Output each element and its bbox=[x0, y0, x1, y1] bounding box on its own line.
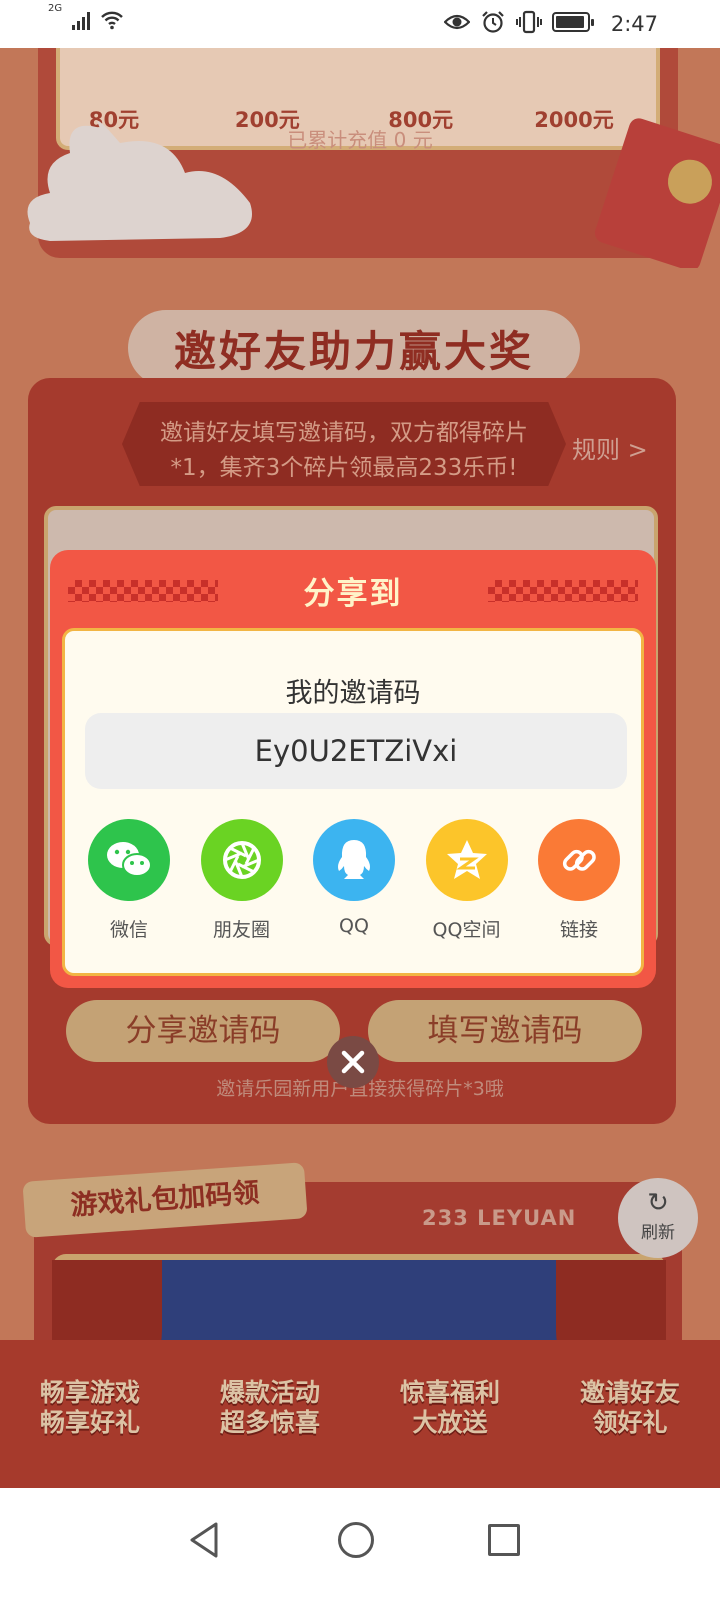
share-modal: 分享到 我的邀请码 Ey0U2ETZiVxi 微信 朋友圈 QQ QQ空间 链接 bbox=[50, 550, 656, 988]
share-qq[interactable]: QQ bbox=[304, 819, 404, 942]
signal-icon bbox=[72, 12, 91, 30]
wifi-icon bbox=[101, 11, 123, 30]
qzone-icon bbox=[425, 819, 508, 901]
share-moments[interactable]: 朋友圈 bbox=[192, 819, 292, 942]
recent-apps-icon[interactable] bbox=[488, 1524, 520, 1556]
link-icon bbox=[538, 819, 620, 901]
moments-icon bbox=[200, 819, 283, 901]
share-label: 朋友圈 bbox=[212, 919, 270, 941]
invite-code-field[interactable]: Ey0U2ETZiVxi bbox=[85, 713, 627, 789]
qq-icon bbox=[313, 819, 395, 901]
eye-icon bbox=[444, 14, 470, 30]
status-bar: 2G 2:47 bbox=[0, 0, 720, 48]
back-icon[interactable] bbox=[186, 1520, 222, 1560]
share-modal-body: 我的邀请码 Ey0U2ETZiVxi 微信 朋友圈 QQ QQ空间 链接 bbox=[62, 628, 644, 976]
close-icon bbox=[341, 1050, 365, 1074]
navigation-bar bbox=[0, 1488, 720, 1600]
share-label: 微信 bbox=[109, 919, 148, 941]
share-wechat[interactable]: 微信 bbox=[79, 819, 179, 942]
status-left: 2G bbox=[48, 4, 124, 30]
share-options: 微信 朋友圈 QQ QQ空间 链接 bbox=[79, 819, 629, 942]
close-modal-button[interactable] bbox=[327, 1036, 379, 1088]
invite-code-label: 我的邀请码 bbox=[285, 678, 421, 709]
status-time: 2:47 bbox=[610, 12, 658, 36]
share-qzone[interactable]: QQ空间 bbox=[417, 819, 517, 942]
share-modal-title: 分享到 bbox=[303, 576, 403, 612]
vibrate-icon bbox=[516, 10, 542, 34]
share-label: QQ空间 bbox=[432, 919, 501, 941]
network-type: 2G bbox=[48, 3, 63, 14]
status-right bbox=[444, 10, 594, 34]
battery-icon bbox=[552, 12, 594, 32]
wechat-icon bbox=[88, 819, 170, 901]
share-link[interactable]: 链接 bbox=[529, 819, 629, 942]
share-label: 链接 bbox=[559, 919, 598, 941]
share-label: QQ bbox=[339, 915, 369, 937]
alarm-icon bbox=[482, 11, 504, 33]
home-icon[interactable] bbox=[338, 1522, 374, 1558]
